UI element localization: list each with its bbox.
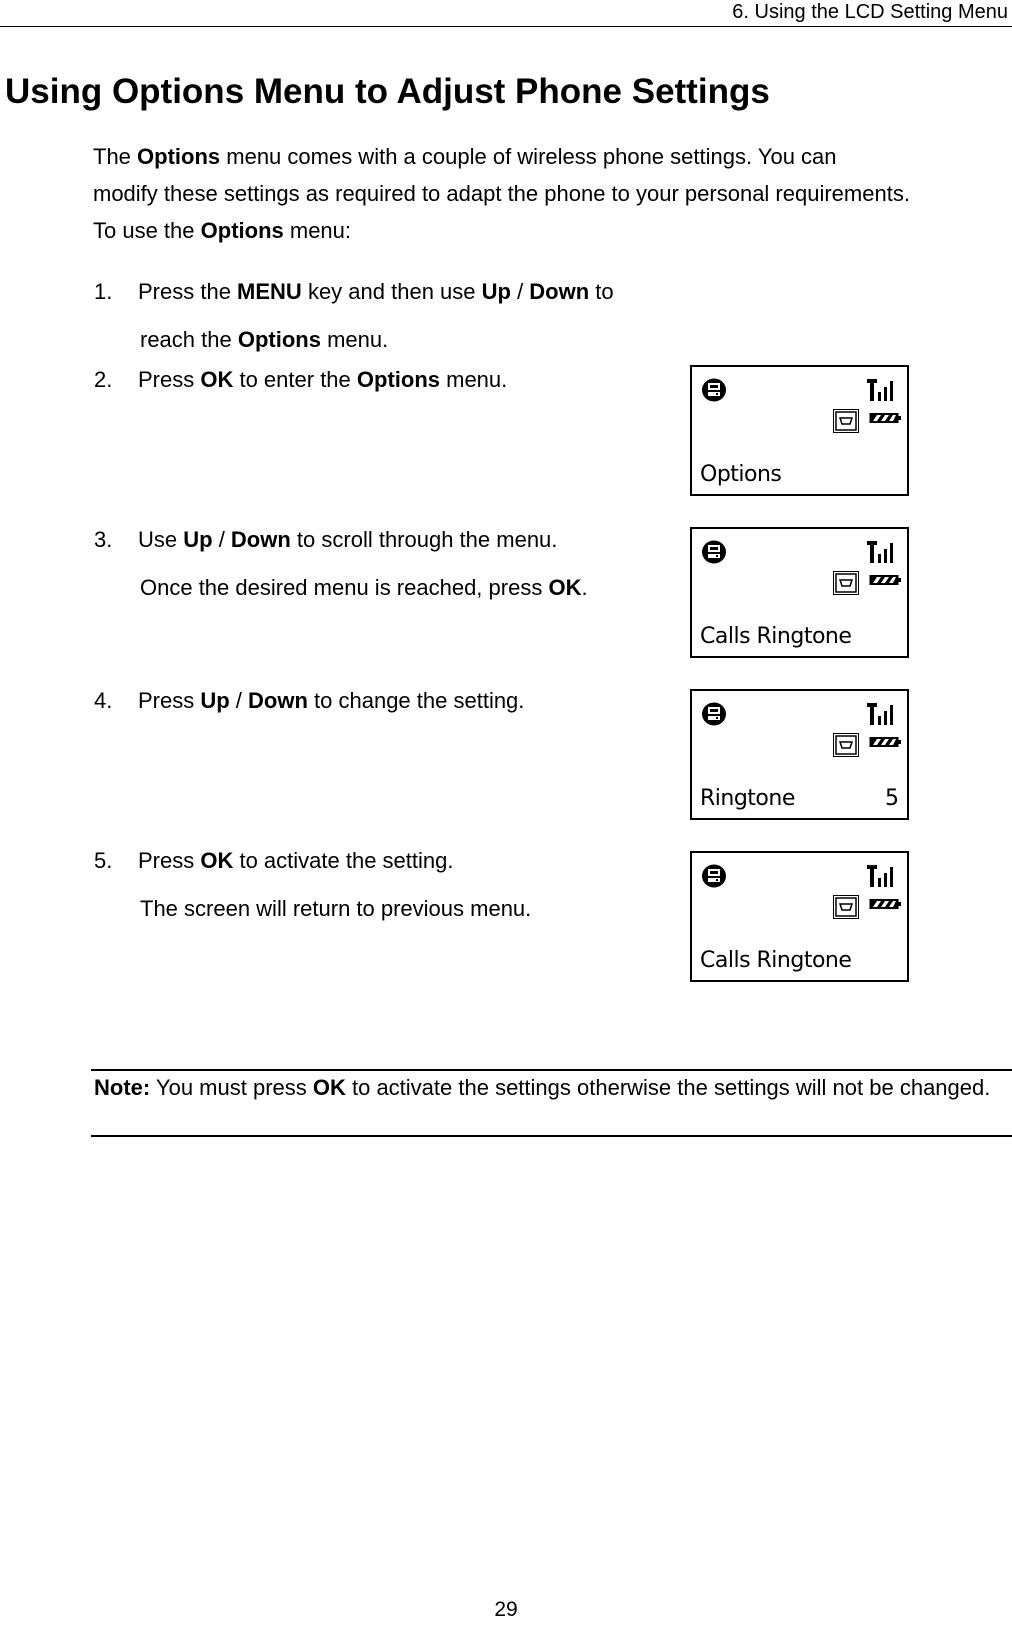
step-text: The screen will return to previous menu. — [140, 896, 532, 921]
key-term: Up — [183, 527, 213, 552]
key-term: MENU — [237, 279, 302, 304]
step-line-1: 5. Press OK to activate the setting. — [94, 837, 531, 885]
step-3: 3. Use Up / Down to scroll through the me… — [94, 516, 588, 612]
step-text: key and then use — [301, 279, 482, 304]
step-text: menu. — [440, 367, 508, 392]
step-1: 1. Press the MENU key and then use Up / D… — [94, 268, 614, 364]
step-number: 5. — [94, 848, 113, 873]
lcd-screen: Ringtone 5 — [690, 689, 909, 820]
step-text: reach the — [140, 327, 238, 352]
lcd-menu-text: Ringtone — [700, 786, 795, 811]
lcd-menu-text: Calls Ringtone — [700, 948, 852, 973]
running-header: 6. Using the LCD Setting Menu — [732, 1, 1008, 23]
key-term: OK — [548, 575, 582, 600]
lcd-menu-text: Calls Ringtone — [700, 624, 852, 649]
step-text: . — [581, 575, 588, 600]
step-line-2: Once the desired menu is reached, press … — [94, 564, 588, 612]
step-text: to — [589, 279, 614, 304]
step-text: / — [212, 527, 231, 552]
intro-line-3: To use the Options menu: — [93, 218, 352, 243]
intro-paragraph: The Options menu comes with a couple of … — [93, 138, 1012, 249]
lcd-screen: Calls Ringtone — [690, 851, 909, 982]
step-number: 1. — [94, 279, 113, 304]
step-line-1: 2. Press OK to enter the Options menu. — [94, 356, 507, 404]
step-text: to change the setting. — [307, 688, 525, 713]
step-number: 3. — [94, 527, 113, 552]
lcd-screen: Options — [690, 365, 909, 496]
step-text: Press the — [138, 279, 238, 304]
intro-line-2: modify these settings as required to ada… — [93, 181, 910, 206]
header-rule — [0, 26, 1012, 27]
step-line-2: The screen will return to previous menu. — [94, 885, 531, 933]
step-text: Once the desired menu is reached, press — [140, 575, 549, 600]
key-term: OK — [200, 848, 234, 873]
step-text: to scroll through the menu. — [290, 527, 558, 552]
message-icon — [833, 571, 859, 595]
battery-icon — [869, 735, 901, 749]
battery-icon — [869, 573, 901, 587]
step-line-1: 4. Press Up / Down to change the setting. — [94, 677, 524, 725]
note-rule-top — [91, 1069, 1012, 1071]
step-text: / — [510, 279, 530, 304]
key-term: Up — [200, 688, 230, 713]
note-rule-bottom — [91, 1135, 1012, 1137]
step-text: to activate the setting. — [233, 848, 454, 873]
battery-icon — [869, 897, 901, 911]
step-line-1: 3. Use Up / Down to scroll through the me… — [94, 516, 588, 564]
step-text: Use — [138, 527, 184, 552]
step-text: Press — [138, 848, 201, 873]
handset-icon — [701, 540, 727, 564]
note: Note: You must press OK to activate the … — [94, 1075, 991, 1100]
page-title: Using Options Menu to Adjust Phone Setti… — [5, 72, 770, 111]
step-2: 2. Press OK to enter the Options menu. — [94, 356, 507, 404]
message-icon — [833, 895, 859, 919]
step-text: / — [229, 688, 249, 713]
lcd-setting-value: 5 — [885, 786, 899, 811]
key-term: Down — [230, 527, 291, 552]
step-line-1: 1. Press the MENU key and then use Up / D… — [94, 268, 614, 316]
signal-strength-icon — [867, 377, 899, 403]
step-number: 4. — [94, 688, 113, 713]
step-text: to enter the — [233, 367, 357, 392]
key-term: OK — [200, 367, 234, 392]
key-term: Options — [237, 327, 321, 352]
handset-icon — [701, 864, 727, 888]
battery-icon — [869, 411, 901, 425]
key-term: Down — [248, 688, 308, 713]
step-number: 2. — [94, 367, 113, 392]
step-text: menu. — [320, 327, 389, 352]
intro-line-1: The Options menu comes with a couple of … — [93, 144, 837, 169]
handset-icon — [701, 702, 727, 726]
step-4: 4. Press Up / Down to change the setting. — [94, 677, 524, 725]
step-text: Press — [138, 688, 201, 713]
signal-strength-icon — [867, 539, 899, 565]
signal-strength-icon — [867, 701, 899, 727]
step-5: 5. Press OK to activate the setting. The s… — [94, 837, 531, 933]
step-text: Press — [138, 367, 201, 392]
key-term: Up — [481, 279, 511, 304]
signal-strength-icon — [867, 863, 899, 889]
lcd-screen: Calls Ringtone — [690, 527, 909, 658]
key-term: Down — [529, 279, 590, 304]
key-term: Options — [356, 367, 440, 392]
page-number: 29 — [494, 1598, 518, 1621]
lcd-menu-text: Options — [700, 462, 782, 487]
handset-icon — [701, 378, 727, 402]
message-icon — [833, 409, 859, 433]
message-icon — [833, 733, 859, 757]
